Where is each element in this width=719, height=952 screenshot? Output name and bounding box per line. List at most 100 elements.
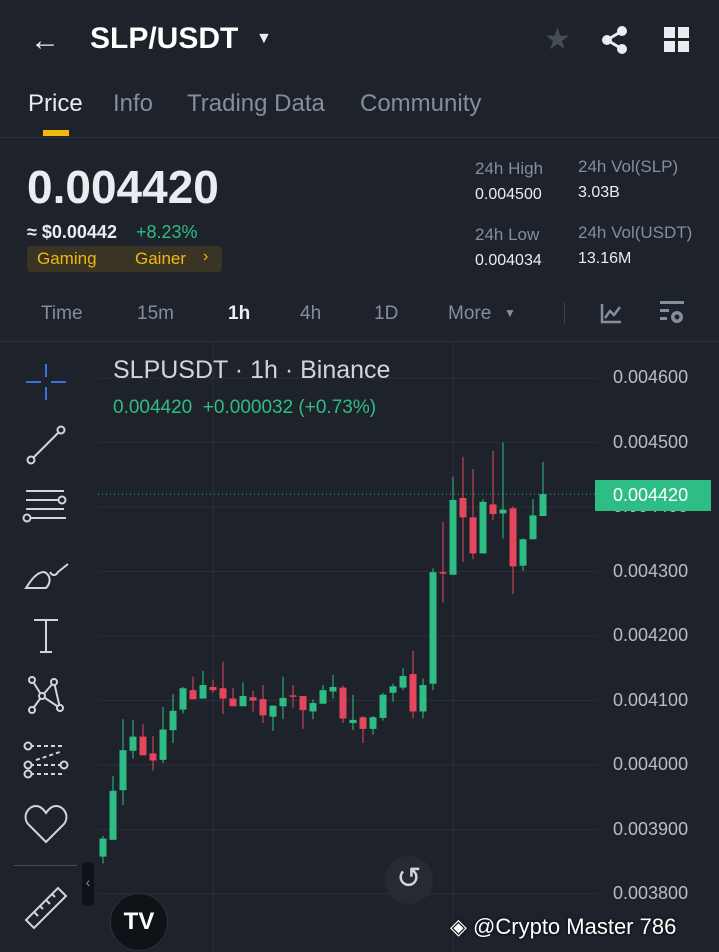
candle-up (329, 686, 337, 692)
candle-down (149, 753, 157, 761)
high-label: 24h High (475, 159, 544, 178)
chart-legend-title: SLPUSDT · 1h · Binance (113, 356, 391, 384)
share-icon[interactable] (600, 26, 630, 54)
tf-1h[interactable]: 1h (228, 303, 250, 325)
tag-gaming[interactable]: Gaming (37, 249, 97, 269)
vol-usdt-label: 24h Vol(USDT) (578, 223, 693, 242)
candle-down (219, 688, 227, 699)
candle-down (339, 687, 347, 719)
tf-time[interactable]: Time (41, 303, 83, 325)
candle-up (269, 705, 277, 717)
candle-up (419, 685, 427, 712)
vol-slp-label: 24h Vol(SLP) (578, 157, 679, 176)
tab-info[interactable]: Info (113, 90, 153, 118)
candle-down (229, 698, 237, 707)
candle-down (359, 717, 367, 729)
candle-up (179, 688, 187, 710)
pair-dropdown-icon[interactable]: ▼ (256, 30, 272, 48)
reset-chart-icon[interactable]: ↺ (385, 856, 433, 904)
candle-up (279, 697, 287, 707)
star-icon[interactable]: ★ (544, 22, 571, 57)
high-value: 0.004500 (475, 186, 542, 203)
pair-title[interactable]: SLP/USDT (90, 22, 238, 56)
y-tick-label: 0.004000 (613, 754, 689, 774)
more-dropdown-icon: ▼ (504, 306, 516, 320)
divider (0, 137, 719, 138)
candle-up (499, 509, 507, 514)
candle-up (429, 572, 437, 684)
candle-up (109, 790, 117, 840)
candle-up (389, 686, 397, 693)
tab-community[interactable]: Community (360, 90, 481, 118)
low-label: 24h Low (475, 225, 540, 244)
pattern-icon[interactable] (22, 672, 70, 720)
candle-up (449, 499, 457, 575)
candle-down (259, 699, 267, 716)
chevron-right-icon: › (203, 248, 209, 265)
tag-gainer[interactable]: Gainer (135, 249, 186, 269)
candle-up (99, 838, 107, 857)
y-tick-label: 0.003800 (613, 883, 689, 903)
candle-up (199, 685, 207, 699)
last-price-label: 0.004420 (595, 480, 711, 511)
candle-up (379, 694, 387, 718)
tf-15m[interactable]: 15m (137, 303, 174, 325)
collapse-toolbar-button[interactable]: ‹ (82, 862, 94, 906)
last-price: 0.004420 (27, 161, 219, 213)
candle-down (289, 695, 297, 697)
tf-1d[interactable]: 1D (374, 303, 398, 325)
candle-down (209, 686, 217, 691)
candle-down (299, 695, 307, 711)
divider (564, 302, 565, 324)
tags-badge[interactable]: Gaming Gainer › (27, 246, 222, 272)
indicator-icon[interactable] (600, 302, 622, 324)
low-value: 0.004034 (475, 252, 542, 269)
price-change: +8.23% (136, 222, 198, 242)
tab-trading-data[interactable]: Trading Data (187, 90, 325, 118)
candle-up (169, 710, 177, 731)
candle-up (349, 719, 357, 724)
chart-settings-icon[interactable] (660, 300, 686, 326)
text-tool-icon[interactable] (22, 612, 70, 660)
candle-up (159, 729, 167, 760)
heart-icon[interactable] (22, 800, 70, 848)
candle-down (489, 504, 497, 515)
candlestick-chart[interactable] (0, 342, 719, 952)
ruler-icon[interactable] (22, 884, 70, 932)
back-arrow-icon[interactable]: ← (30, 24, 60, 58)
tab-price[interactable]: Price (28, 90, 83, 118)
y-tick-label: 0.004600 (613, 367, 689, 387)
candle-up (309, 703, 317, 712)
brush-icon[interactable] (22, 550, 70, 598)
candle-up (529, 515, 537, 540)
candle-up (319, 690, 327, 704)
candle-down (409, 674, 417, 712)
candle-down (249, 697, 257, 701)
watermark-text: @Crypto Master 786 (473, 914, 677, 939)
y-tick-label: 0.004500 (613, 431, 689, 452)
y-tick-label: 0.004200 (613, 625, 689, 645)
candle-up (479, 501, 487, 554)
vol-usdt-value: 13.16M (578, 250, 632, 267)
tradingview-logo[interactable]: TV (110, 893, 168, 951)
candle-up (119, 750, 127, 791)
tf-more[interactable]: More (448, 303, 491, 325)
watermark: ◈ @Crypto Master 786 (450, 914, 677, 939)
candle-up (399, 675, 407, 688)
grid-icon[interactable] (664, 27, 690, 53)
candle-up (539, 494, 547, 517)
tf-4h[interactable]: 4h (300, 303, 321, 325)
usd-price: ≈ $0.00442 (27, 222, 117, 242)
candle-down (509, 508, 517, 567)
y-tick-label: 0.004100 (613, 689, 689, 710)
y-tick-label: 0.004300 (613, 560, 689, 581)
prediction-icon[interactable] (22, 738, 70, 786)
candle-down (469, 517, 477, 554)
horizontal-lines-icon[interactable] (22, 485, 70, 533)
trend-line-icon[interactable] (22, 420, 70, 468)
candle-up (129, 736, 137, 751)
crosshair-icon[interactable] (22, 358, 70, 406)
y-tick-label: 0.003900 (613, 818, 689, 839)
divider (14, 865, 77, 866)
candle-up (519, 539, 527, 566)
